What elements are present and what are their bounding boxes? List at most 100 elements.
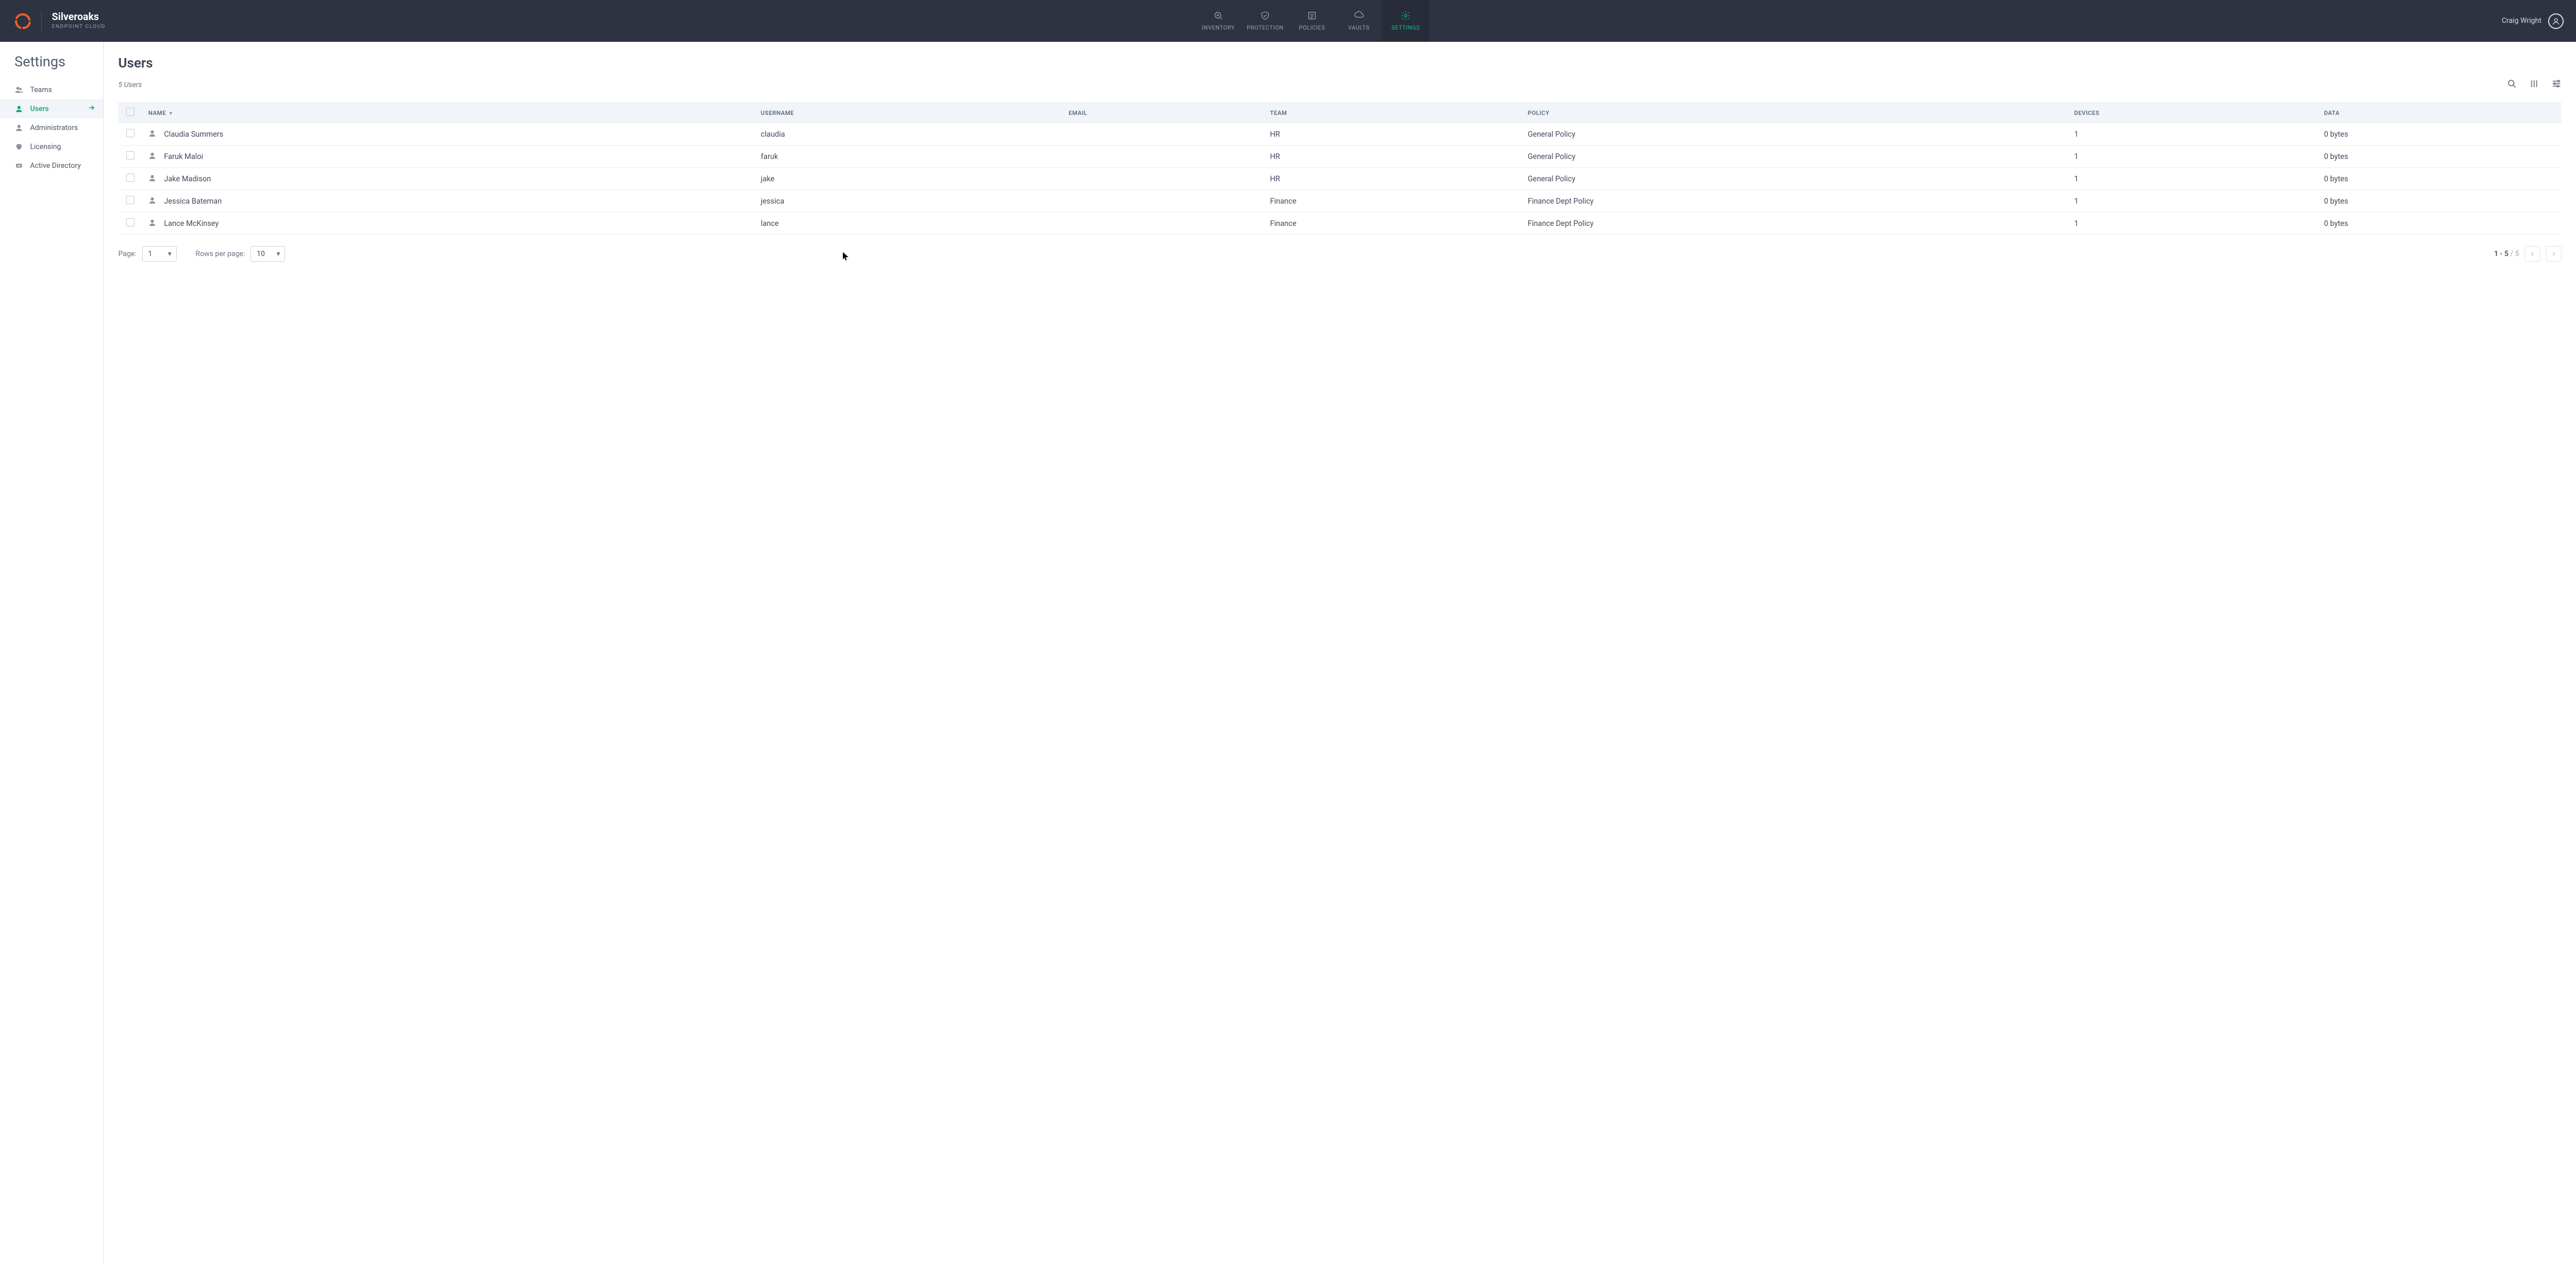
table-row[interactable]: Faruk MaloifarukHRGeneral Policy10 bytes	[118, 146, 2561, 168]
pagination: Page: 1 ▾ Rows per page: 10 ▾ 1 - 5 / 5	[118, 246, 2561, 262]
cell-username: claudia	[756, 123, 1064, 146]
page-select[interactable]: 1 ▾	[142, 246, 177, 262]
nav-policies-label: POLICIES	[1299, 25, 1325, 31]
cell-data: 0 bytes	[2319, 168, 2561, 190]
row-checkbox[interactable]	[126, 218, 134, 226]
cell-devices: 1	[2070, 190, 2319, 213]
row-checkbox[interactable]	[126, 196, 134, 204]
nav-protection-label: PROTECTION	[1247, 25, 1284, 31]
shield-icon	[15, 143, 23, 151]
sidebar-item-label: Users	[30, 105, 49, 113]
cell-policy: Finance Dept Policy	[1523, 190, 2070, 213]
next-page-button[interactable]	[2546, 246, 2561, 262]
sidebar-item-active-directory[interactable]: AD Active Directory	[0, 156, 103, 175]
nav-vaults-label: VAULTS	[1348, 25, 1369, 31]
sidebar-item-label: Active Directory	[30, 162, 81, 170]
user-menu[interactable]: Craig Wright	[2502, 0, 2576, 42]
table-row[interactable]: Jessica Bateman jessica FinanceFinance Dep…	[118, 190, 2561, 213]
cell-policy: General Policy	[1523, 123, 2070, 146]
cell-team: HR	[1266, 168, 1523, 190]
sidebar-title: Settings	[0, 54, 103, 80]
main: Settings Teams Users Administrators	[0, 42, 2576, 1263]
nav-settings[interactable]: SETTINGS	[1382, 0, 1429, 42]
col-name[interactable]: NAME▼	[144, 102, 756, 123]
top-nav: INVENTORY PROTECTION POLICIES VAULTS	[1195, 0, 1429, 42]
brand-divider	[41, 12, 42, 31]
user-icon	[148, 196, 156, 206]
cell-devices: 1	[2070, 213, 2319, 235]
select-all-checkbox[interactable]	[126, 108, 134, 116]
sidebar-item-users[interactable]: Users	[0, 99, 103, 118]
rows-per-page-select[interactable]: 10 ▾	[250, 246, 285, 262]
nav-policies[interactable]: POLICIES	[1289, 0, 1335, 42]
col-devices[interactable]: DEVICES	[2070, 102, 2319, 123]
cell-name: Faruk Maloi	[164, 152, 203, 161]
caret-down-icon: ▾	[168, 250, 172, 258]
content: Users 5 Users NAME▼ USER	[104, 42, 2576, 1263]
nav-inventory[interactable]: INVENTORY	[1195, 0, 1242, 42]
cell-username: jessica	[756, 190, 1064, 213]
pager-left: Page: 1 ▾ Rows per page: 10 ▾	[118, 246, 285, 262]
user-icon	[148, 174, 156, 184]
topbar: Silveroaks ENDPOINT CLOUD INVENTORY PROT…	[0, 0, 2576, 42]
cell-policy: General Policy	[1523, 146, 2070, 168]
col-policy[interactable]: POLICY	[1523, 102, 2070, 123]
nav-vaults[interactable]: VAULTS	[1335, 0, 1382, 42]
cell-name: Claudia Summers	[164, 130, 223, 139]
user-icon	[15, 105, 23, 113]
caret-down-icon: ▾	[277, 250, 281, 258]
filter-icon[interactable]	[2551, 79, 2561, 91]
sidebar-item-licensing[interactable]: Licensing	[0, 137, 103, 156]
brand-subtitle: ENDPOINT CLOUD	[52, 24, 105, 30]
table-row[interactable]: Claudia SummersclaudiaHRGeneral Policy10…	[118, 123, 2561, 146]
cell-policy: General Policy	[1523, 168, 2070, 190]
cell-policy: Finance Dept Policy	[1523, 213, 2070, 235]
user-icon	[148, 219, 156, 229]
col-email[interactable]: EMAIL	[1064, 102, 1266, 123]
svg-text:AD: AD	[17, 165, 21, 168]
cell-data: 0 bytes	[2319, 146, 2561, 168]
page-title: Users	[118, 55, 2561, 71]
users-table: NAME▼ USERNAME EMAIL TEAM POLICY DEVICES…	[118, 102, 2561, 235]
cell-email	[1064, 123, 1266, 146]
subheader: 5 Users	[118, 79, 2561, 91]
cell-data: 0 bytes	[2319, 123, 2561, 146]
cell-name: Jessica Bateman	[164, 197, 222, 206]
admin-icon	[15, 124, 23, 132]
brand-text: Silveroaks ENDPOINT CLOUD	[52, 12, 105, 30]
pager-right: 1 - 5 / 5	[2494, 246, 2561, 262]
col-team[interactable]: TEAM	[1266, 102, 1523, 123]
cell-devices: 1	[2070, 146, 2319, 168]
table-header-row: NAME▼ USERNAME EMAIL TEAM POLICY DEVICES…	[118, 102, 2561, 123]
table-row[interactable]: Jake MadisonjakeHRGeneral Policy10 bytes	[118, 168, 2561, 190]
row-checkbox[interactable]	[126, 151, 134, 160]
col-username[interactable]: USERNAME	[756, 102, 1064, 123]
table-toolbar	[2507, 79, 2561, 91]
user-count: 5 Users	[118, 81, 142, 89]
nav-protection[interactable]: PROTECTION	[1242, 0, 1289, 42]
search-icon[interactable]	[2507, 79, 2517, 91]
cell-team: Finance	[1266, 190, 1523, 213]
cell-email	[1064, 168, 1266, 190]
col-data[interactable]: DATA	[2319, 102, 2561, 123]
brand-name: Silveroaks	[52, 12, 105, 23]
row-checkbox[interactable]	[126, 129, 134, 137]
nav-inventory-label: INVENTORY	[1202, 25, 1235, 31]
current-user-name: Craig Wright	[2502, 17, 2541, 25]
columns-icon[interactable]	[2529, 79, 2539, 91]
page-label: Page:	[118, 250, 137, 258]
sidebar-item-teams[interactable]: Teams	[0, 80, 103, 99]
user-icon	[148, 152, 156, 162]
cell-team: Finance	[1266, 213, 1523, 235]
row-checkbox[interactable]	[126, 173, 134, 182]
cell-devices: 1	[2070, 168, 2319, 190]
cell-team: HR	[1266, 123, 1523, 146]
brand-logo-icon	[15, 13, 31, 30]
cell-email	[1064, 146, 1266, 168]
table-row[interactable]: Lance McKinseylanceFinanceFinance Dept P…	[118, 213, 2561, 235]
cell-email	[1064, 190, 1266, 213]
team-icon	[15, 85, 23, 94]
prev-page-button[interactable]	[2525, 246, 2540, 262]
sidebar-item-administrators[interactable]: Administrators	[0, 118, 103, 137]
avatar-icon	[2548, 13, 2564, 29]
